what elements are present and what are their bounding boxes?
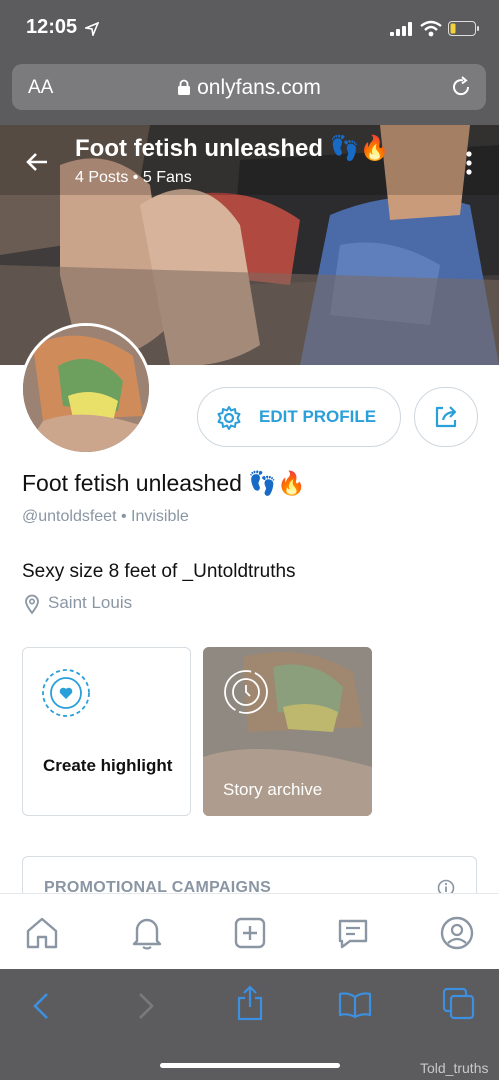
create-highlight-card[interactable]: Create highlight: [22, 647, 191, 816]
chevron-left-icon[interactable]: [30, 991, 52, 1021]
create-highlight-label: Create highlight: [43, 756, 173, 775]
edit-profile-button[interactable]: EDIT PROFILE: [197, 387, 401, 447]
plus-square-icon[interactable]: [233, 916, 267, 950]
tabs-icon[interactable]: [442, 987, 476, 1021]
lock-icon: [178, 79, 191, 95]
edit-profile-label: EDIT PROFILE: [259, 407, 377, 426]
gear-icon: [217, 406, 241, 430]
address-bar[interactable]: AA onlyfans.com: [12, 64, 486, 110]
share-sheet-icon[interactable]: [235, 984, 265, 1022]
reload-icon[interactable]: [450, 76, 472, 98]
home-icon[interactable]: [25, 916, 59, 950]
map-pin-icon: [25, 594, 39, 614]
story-archive-card[interactable]: Story archive: [203, 647, 372, 816]
avatar[interactable]: [20, 323, 152, 455]
url-text: onlyfans.com: [12, 76, 486, 100]
clock-icon: [224, 670, 268, 714]
back-arrow-icon[interactable]: [25, 150, 49, 174]
signal-icon: [390, 22, 414, 36]
battery-icon: [448, 21, 479, 36]
more-vertical-icon[interactable]: [464, 150, 474, 176]
url-domain: onlyfans.com: [197, 76, 321, 99]
profile-icon[interactable]: [439, 915, 475, 951]
heart-dashed-circle-icon: [42, 669, 90, 717]
home-indicator[interactable]: [160, 1063, 340, 1068]
profile-name: Foot fetish unleashed 👣🔥: [22, 470, 306, 496]
avatar-photo: [23, 326, 149, 452]
share-profile-button[interactable]: [414, 387, 478, 447]
bell-icon[interactable]: [130, 915, 164, 951]
watermark: Told_truths: [420, 1060, 489, 1076]
share-icon: [435, 406, 457, 428]
status-bar: 12:05: [0, 0, 499, 58]
chevron-right-icon[interactable]: [135, 991, 157, 1021]
story-archive-label: Story archive: [223, 780, 323, 799]
message-icon[interactable]: [336, 916, 370, 950]
cover-stats: 4 Posts • 5 Fans: [75, 169, 192, 186]
status-time: 12:05: [26, 16, 78, 38]
profile-handle: @untoldsfeet • Invisible: [22, 508, 189, 525]
profile-bio: Sexy size 8 feet of _Untoldtruths: [22, 561, 296, 582]
book-icon[interactable]: [338, 991, 372, 1019]
wifi-icon: [420, 20, 442, 37]
cover-title: Foot fetish unleashed 👣🔥: [75, 135, 390, 162]
profile-location: Saint Louis: [48, 593, 133, 612]
location-arrow-icon: [85, 22, 99, 36]
bottom-navigation: [0, 893, 499, 970]
